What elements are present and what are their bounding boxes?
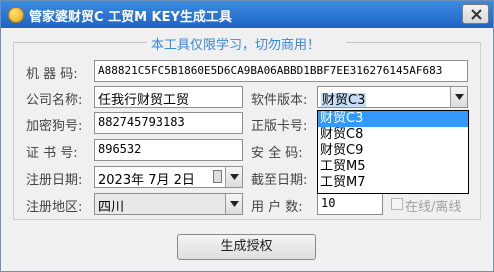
register-region-label: 注册地区: (26, 200, 83, 215)
title-bar[interactable]: 管家婆财贸C 工贸M KEY生成工具 (1, 1, 493, 28)
version-option[interactable]: 工贸M5 (318, 159, 468, 175)
software-version-value: 财贸C3 (321, 93, 367, 108)
version-dropdown-list: 财贸C3 财贸C8 财贸C9 工贸M5 工贸M7 (317, 110, 469, 194)
security-code-label: 安 全 码: (251, 146, 303, 161)
close-button[interactable] (462, 4, 489, 24)
version-dropdown-button[interactable] (450, 87, 467, 107)
close-icon (471, 9, 482, 20)
company-name-field[interactable]: 任我行财贸工贸 (94, 86, 243, 108)
register-region-value: 四川 (98, 200, 125, 215)
user-count-field[interactable]: 10 (317, 193, 383, 215)
register-date-label: 注册日期: (26, 173, 83, 188)
version-option[interactable]: 工贸M7 (318, 175, 468, 191)
machine-code-field[interactable]: A88821C5FC5B1860E5D6CA9BA06ABBD1BBF7EE31… (94, 60, 468, 82)
register-region-select[interactable]: 四川 (94, 193, 243, 215)
region-dropdown-button[interactable] (225, 194, 242, 214)
version-option[interactable]: 财贸C9 (318, 143, 468, 159)
online-offline-checkbox[interactable] (391, 198, 403, 210)
main-window: 管家婆财贸C 工贸M KEY生成工具 本工具仅限学习，切勿商用！ 机 器 码: … (0, 0, 494, 272)
window-title: 管家婆财贸C 工贸M KEY生成工具 (29, 10, 232, 25)
certificate-number-field[interactable]: 896532 (94, 139, 243, 161)
online-offline-label: 在线/离线 (405, 200, 462, 215)
software-version-select[interactable]: 财贸C3 (317, 86, 468, 108)
machine-code-label: 机 器 码: (26, 67, 78, 82)
chevron-down-icon (455, 94, 464, 100)
version-option[interactable]: 财贸C8 (318, 127, 468, 143)
certificate-number-label: 证 书 号: (26, 146, 78, 161)
dongle-number-label: 加密狗号: (26, 119, 83, 134)
date-spin-icon[interactable] (213, 170, 222, 183)
license-card-label: 正版卡号: (251, 119, 308, 134)
version-option[interactable]: 财贸C3 (318, 111, 468, 127)
register-date-value: 2023年 7月 2日 (98, 173, 195, 188)
chevron-down-icon (230, 201, 239, 207)
notice-text: 本工具仅限学习，切勿商用！ (151, 38, 321, 53)
expiry-date-label: 截至日期: (251, 173, 308, 188)
date-dropdown-button[interactable] (225, 167, 242, 187)
dongle-number-field[interactable]: 882745793183 (94, 112, 243, 134)
company-name-label: 公司名称: (26, 93, 83, 108)
user-count-label: 用 户 数: (251, 200, 303, 215)
software-version-label: 软件版本: (251, 93, 308, 108)
chevron-down-icon (230, 174, 239, 180)
app-icon (8, 7, 24, 23)
generate-license-button[interactable]: 生成授权 (177, 234, 316, 260)
